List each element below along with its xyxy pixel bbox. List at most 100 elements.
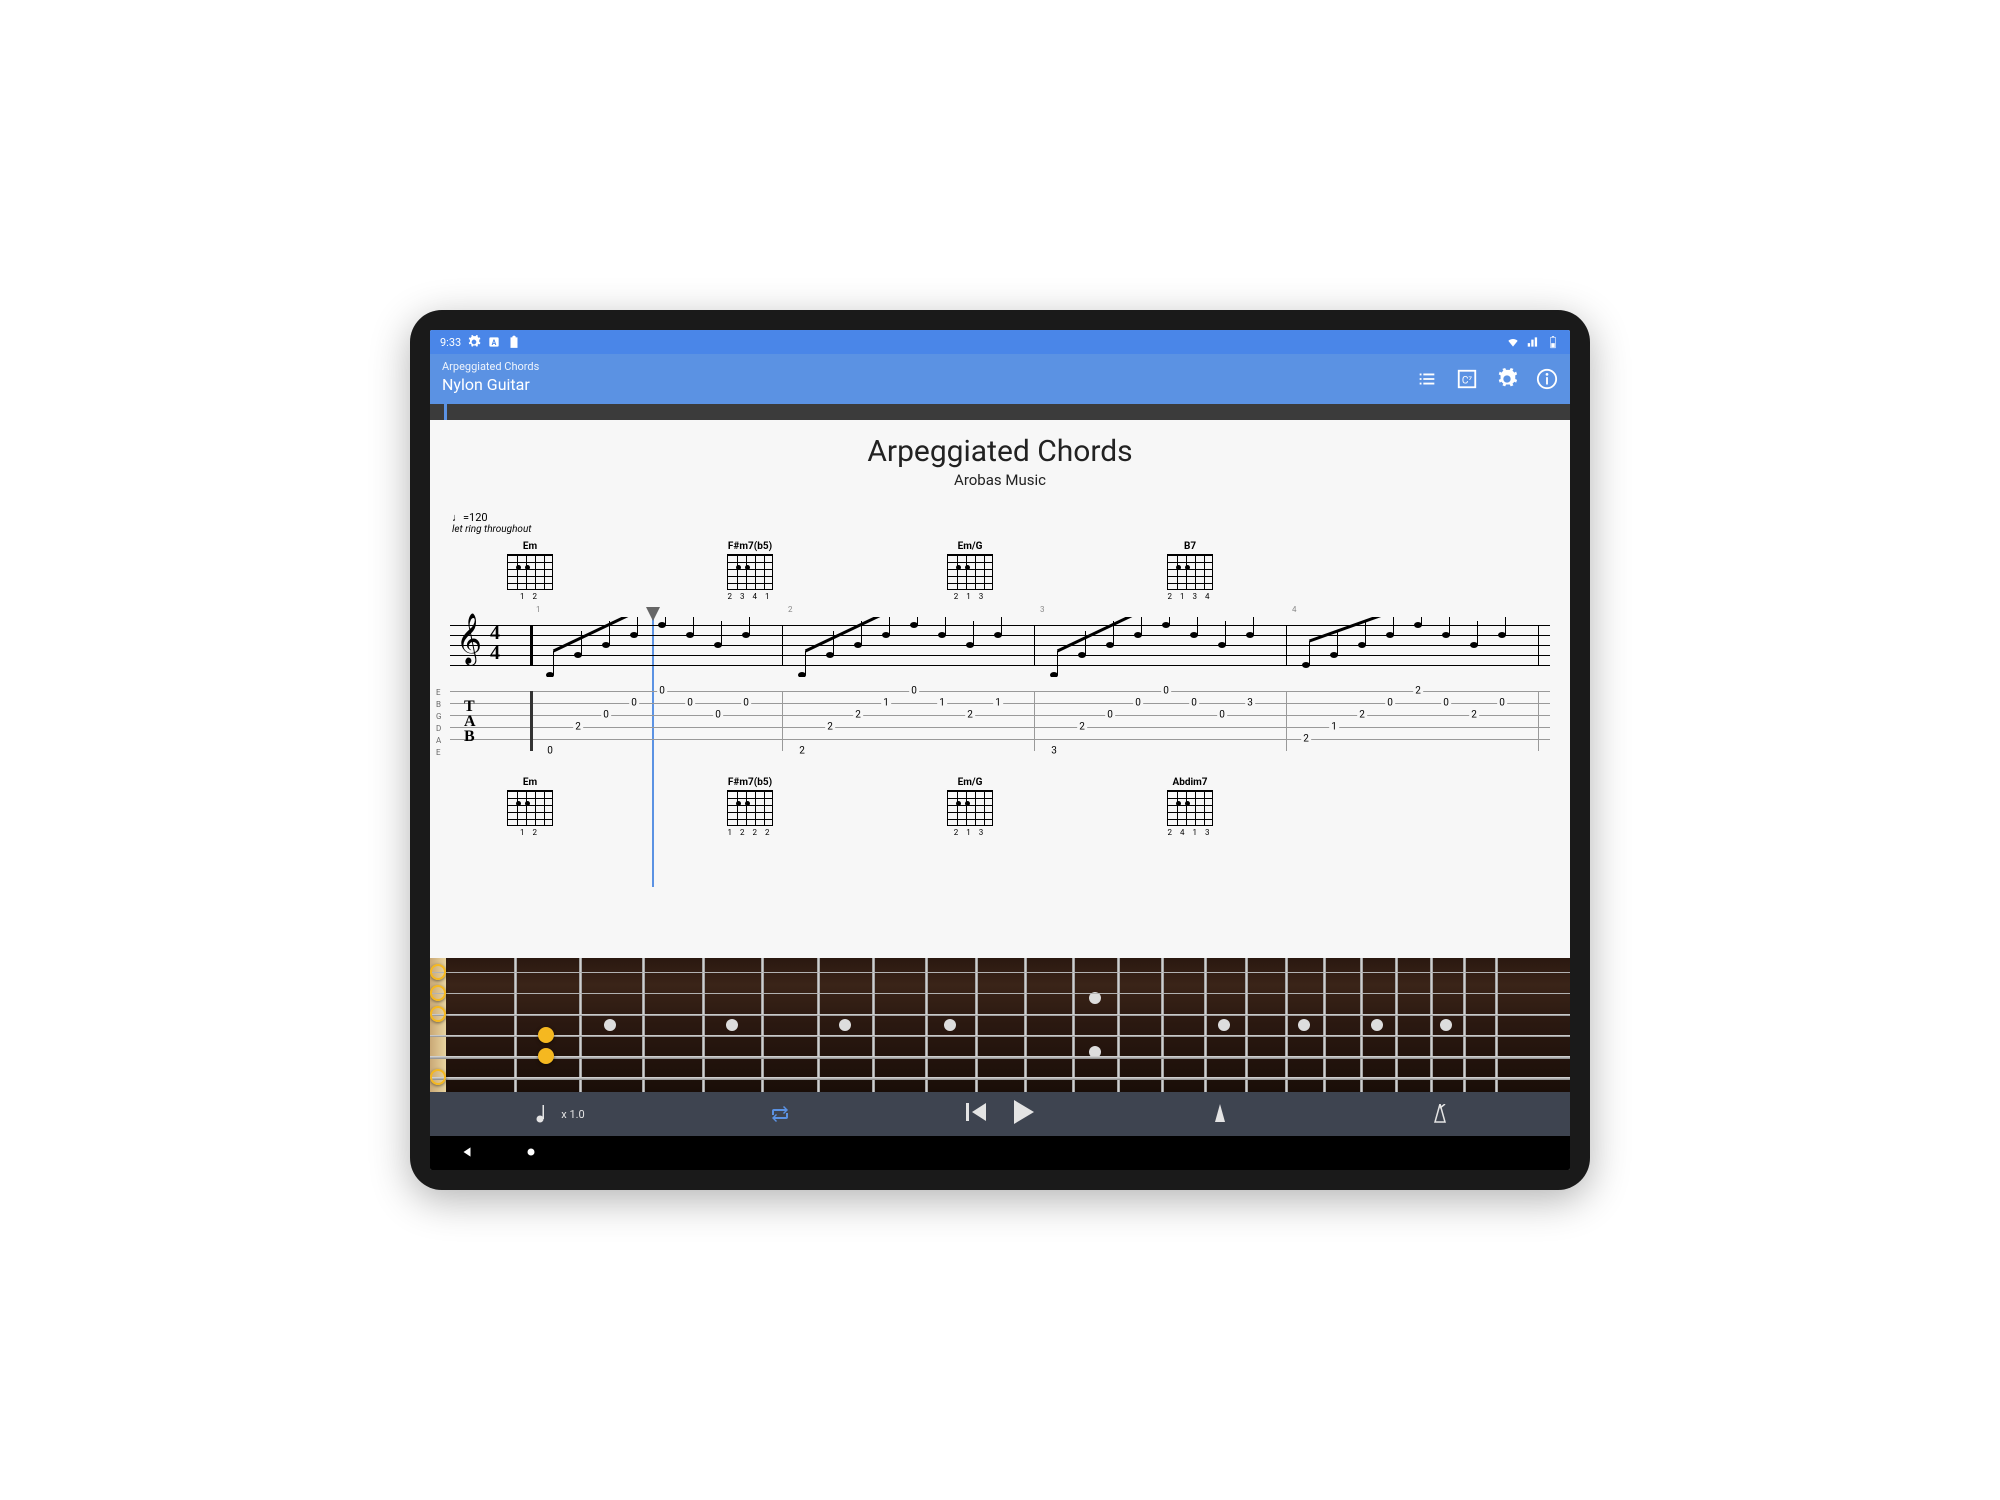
standard-staff: 𝄞 44 1234	[450, 617, 1550, 673]
fret-marker	[430, 964, 446, 980]
tab-fret-number: 2	[1357, 710, 1367, 721]
tab-fret-number: 2	[797, 746, 807, 757]
chord-name: Em/G	[940, 541, 1000, 552]
metronome-button[interactable]	[1110, 1104, 1330, 1124]
chord-name: Em	[500, 777, 560, 788]
tab-fret-number: 0	[909, 686, 919, 697]
chord-row: Em 1 2 F#m7(b5) 2 3 4 1 Em/G 2 1 3 B7 2 …	[500, 541, 1570, 601]
tab-fret-number: 0	[657, 686, 667, 697]
score-area[interactable]: Arpeggiated Chords Arobas Music ♩=120 le…	[430, 420, 1570, 958]
timesig-top: 4	[490, 623, 500, 643]
tab-fret-number: 0	[629, 698, 639, 709]
tab-fret-number: 1	[1329, 722, 1339, 733]
tab-fret-number: 0	[1189, 698, 1199, 709]
gear-icon	[467, 335, 481, 349]
chord-fingering: 1 2	[500, 592, 560, 601]
tab-fret-number: 2	[573, 722, 583, 733]
chord-fingering: 1 2 2 2	[720, 828, 780, 837]
string-labels: EBGDAE	[436, 687, 441, 759]
staff-system: 𝄞 44 1234 EBGDAE TAB 0200000022210121320…	[450, 617, 1550, 751]
chord-diagram: Abdim7 2 4 1 3	[1160, 777, 1220, 837]
chord-name: Em/G	[940, 777, 1000, 788]
chord-name: F#m7(b5)	[720, 541, 780, 552]
chord-fingering: 2 1 3	[940, 828, 1000, 837]
wifi-icon	[1506, 335, 1520, 349]
score-artist: Arobas Music	[430, 471, 1570, 489]
tab-fret-number: 0	[685, 698, 695, 709]
chord-fingering: 2 3 4 1	[720, 592, 780, 601]
chord-name: B7	[1160, 541, 1220, 552]
fretboard[interactable]	[430, 958, 1570, 1092]
tab-fret-number: 0	[741, 698, 751, 709]
tab-fret-number: 0	[1161, 686, 1171, 697]
back-button[interactable]	[460, 1144, 474, 1163]
tab-fret-number: 3	[1245, 698, 1255, 709]
tempo-button[interactable]: x 1.0	[450, 1105, 670, 1123]
battery-icon	[1546, 335, 1560, 349]
tab-fret-number: 1	[881, 698, 891, 709]
loop-button[interactable]	[670, 1106, 890, 1122]
tab-fret-number: 0	[713, 710, 723, 721]
tab-fret-number: 1	[937, 698, 947, 709]
chord-name: F#m7(b5)	[720, 777, 780, 788]
tab-fret-number: 2	[1077, 722, 1087, 733]
chord-diagram: Em 1 2	[500, 777, 560, 837]
tab-fret-number: 0	[1217, 710, 1227, 721]
tab-label: TAB	[464, 699, 476, 744]
chord-button[interactable]: C⁷	[1456, 368, 1478, 394]
chord-diagram: F#m7(b5) 1 2 2 2	[720, 777, 780, 837]
tracks-button[interactable]	[1416, 368, 1438, 394]
chord-row: Em 1 2 F#m7(b5) 1 2 2 2 Em/G 2 1 3 Abdim…	[500, 777, 1570, 837]
fret-marker	[538, 1027, 554, 1043]
chord-diagram: B7 2 1 3 4	[1160, 541, 1220, 601]
chord-diagram: Em/G 2 1 3	[940, 777, 1000, 837]
status-time: 9:33	[440, 336, 461, 349]
signal-icon	[1526, 335, 1540, 349]
chord-fingering: 2 1 3 4	[1160, 592, 1220, 601]
tab-fret-number: 0	[1133, 698, 1143, 709]
tempo-marking: ♩=120	[452, 511, 1570, 524]
header-subtitle: Arpeggiated Chords	[442, 360, 539, 373]
settings-button[interactable]	[1496, 368, 1518, 394]
clipboard-icon	[507, 335, 521, 349]
score-title: Arpeggiated Chords	[430, 434, 1570, 469]
score-direction: let ring throughout	[452, 524, 1570, 535]
tab-fret-number: 2	[1301, 734, 1311, 745]
app-icon: A	[487, 335, 501, 349]
tab-fret-number: 2	[1413, 686, 1423, 697]
tab-fret-number: 2	[1469, 710, 1479, 721]
rewind-button[interactable]	[966, 1103, 988, 1125]
tab-fret-number: 0	[1441, 698, 1451, 709]
home-button[interactable]	[524, 1144, 538, 1163]
tab-fret-number: 2	[825, 722, 835, 733]
chord-diagram: F#m7(b5) 2 3 4 1	[720, 541, 780, 601]
app-header: Arpeggiated Chords Nylon Guitar C⁷	[430, 354, 1570, 404]
fret-marker	[430, 985, 446, 1001]
fret-marker	[538, 1048, 554, 1064]
tab-fret-number: 0	[1497, 698, 1507, 709]
chord-fingering: 1 2	[500, 828, 560, 837]
screen: 9:33 A Arpeggiated Chords Nylon Guitar C…	[430, 330, 1570, 1170]
header-title: Nylon Guitar	[442, 375, 539, 394]
tab-fret-number: 2	[965, 710, 975, 721]
chord-name: Em	[500, 541, 560, 552]
info-button[interactable]	[1536, 368, 1558, 394]
chord-diagram: Em/G 2 1 3	[940, 541, 1000, 601]
speed-label: x 1.0	[561, 1108, 584, 1121]
progress-bar[interactable]	[430, 404, 1570, 420]
chord-fingering: 2 4 1 3	[1160, 828, 1220, 837]
tab-fret-number: 3	[1049, 746, 1059, 757]
timesig-bot: 4	[490, 643, 500, 663]
countdown-button[interactable]	[1330, 1104, 1550, 1124]
chord-fingering: 2 1 3	[940, 592, 1000, 601]
tablet-frame: 9:33 A Arpeggiated Chords Nylon Guitar C…	[410, 310, 1590, 1190]
svg-text:C⁷: C⁷	[1462, 376, 1473, 387]
tab-fret-number: 1	[993, 698, 1003, 709]
tab-fret-number: 0	[601, 710, 611, 721]
play-button[interactable]	[1012, 1100, 1034, 1128]
tab-fret-number: 0	[545, 746, 555, 757]
playback-bar: x 1.0	[430, 1092, 1570, 1136]
tab-fret-number: 2	[853, 710, 863, 721]
tab-fret-number: 0	[1385, 698, 1395, 709]
treble-clef-icon: 𝄞	[456, 613, 482, 664]
